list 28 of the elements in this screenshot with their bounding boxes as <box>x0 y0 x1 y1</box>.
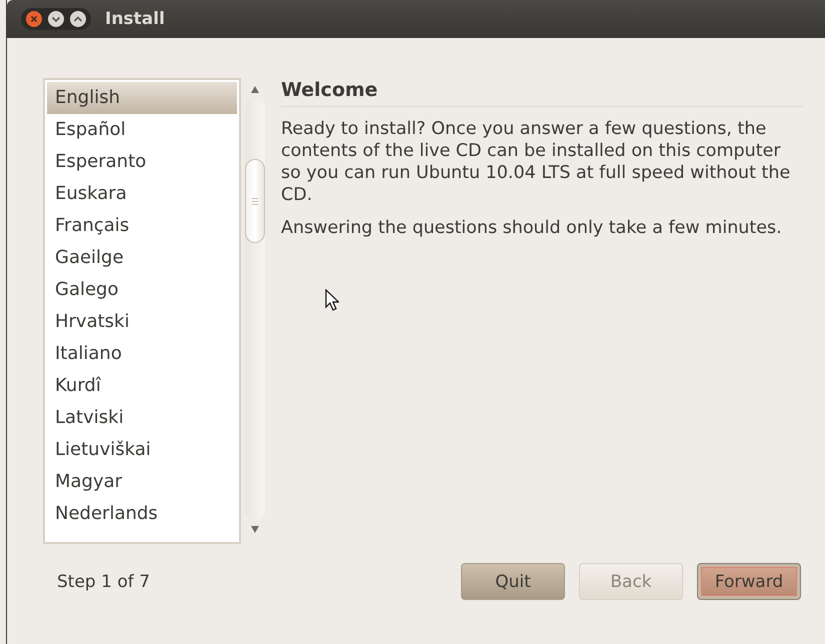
minimize-icon[interactable] <box>48 11 64 27</box>
window-title: Install <box>105 9 165 29</box>
language-item[interactable]: Euskara <box>47 178 237 210</box>
language-item[interactable]: Hrvatski <box>47 306 237 338</box>
maximize-icon[interactable] <box>70 11 86 27</box>
language-item[interactable]: Gaeilge <box>47 242 237 274</box>
scroll-up-icon[interactable] <box>251 86 259 93</box>
welcome-paragraph: Ready to install? Once you answer a few questions, the contents of the live CD can be installed on this computer so you can run Ubuntu 10.04 LTS at full speed without the CD. <box>281 118 792 206</box>
welcome-heading: Welcome <box>281 79 803 107</box>
dialog-button[interactable]: Quit <box>461 563 565 600</box>
language-item[interactable]: Kurdî <box>47 370 237 402</box>
step-indicator: Step 1 of 7 <box>56 572 150 592</box>
close-icon[interactable] <box>26 11 42 27</box>
welcome-paragraph: Answering the questions should only take a few minutes. <box>281 217 783 239</box>
dialog-button[interactable]: Forward <box>697 563 801 600</box>
language-item[interactable]: Français <box>47 210 237 242</box>
language-item[interactable]: Lietuviškai <box>47 434 237 466</box>
language-item[interactable]: Galego <box>47 274 237 306</box>
language-item[interactable]: Esperanto <box>47 146 237 178</box>
language-item[interactable]: Nederlands <box>47 498 237 530</box>
language-item[interactable]: Español <box>47 114 237 146</box>
language-item[interactable]: Italiano <box>47 338 237 370</box>
mouse-pointer-icon <box>325 289 339 311</box>
scroll-down-icon[interactable] <box>251 526 259 533</box>
language-item[interactable]: English <box>47 82 237 114</box>
language-item[interactable]: Magyar <box>47 466 237 498</box>
language-item[interactable]: Latviski <box>47 402 237 434</box>
scroll-thumb[interactable] <box>245 159 265 243</box>
